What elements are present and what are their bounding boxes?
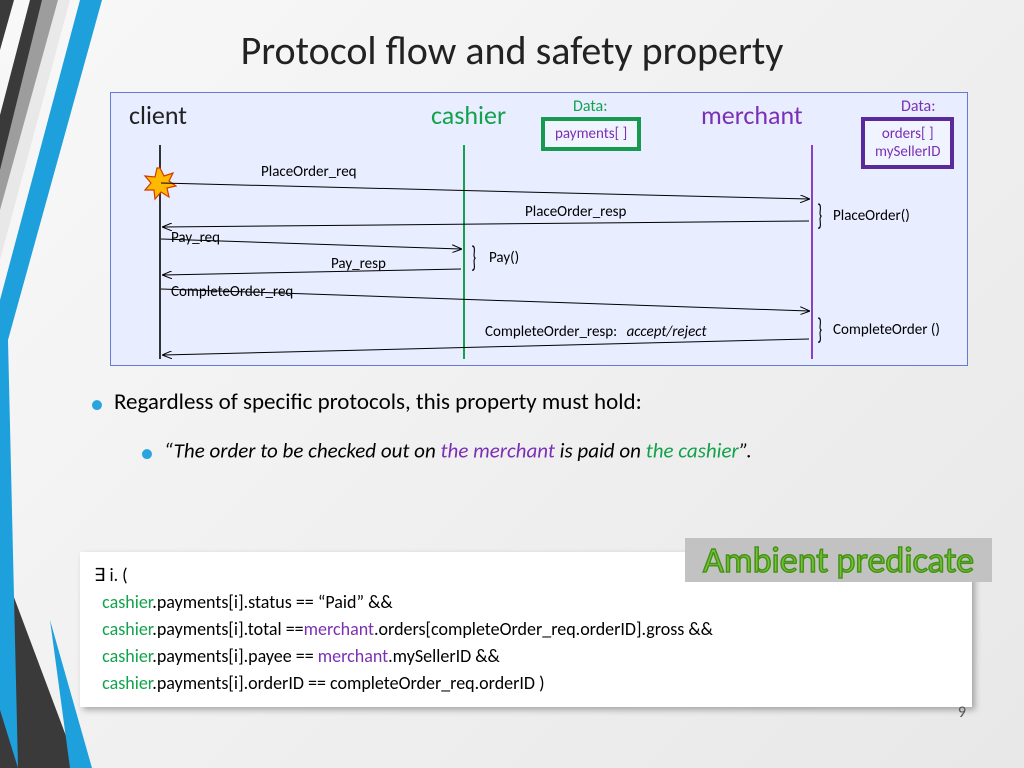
method-pay: Pay() [489, 249, 519, 267]
slide-number: 9 [958, 703, 966, 722]
bullet-list: •Regardless of specific protocols, this … [90, 386, 994, 470]
sequence-canvas: PlaceOrder_req PlaceOrder_resp Pay_req P… [111, 131, 967, 365]
slide-title: Protocol flow and safety property [0, 26, 1024, 75]
msg-place-resp: PlaceOrder_resp [525, 203, 626, 221]
bullet-main: •Regardless of specific protocols, this … [90, 386, 994, 421]
actor-merchant: merchant [701, 99, 803, 131]
pred-line-3: cashier.payments[i].total ==merchant.ord… [94, 616, 958, 643]
actor-cashier: cashier [431, 99, 506, 131]
bullet-sub: •“The order to be checked out on the mer… [140, 435, 994, 470]
pred-line-2: cashier.payments[i].status == “Paid” && [94, 589, 958, 616]
complete-resp-suffix: accept/reject [627, 323, 707, 341]
ambient-predicate-badge: Ambient predicate [685, 538, 992, 582]
bullet-icon: • [90, 386, 104, 421]
method-place: PlaceOrder() [833, 207, 910, 225]
method-complete: CompleteOrder () [833, 321, 940, 339]
msg-complete-req: CompleteOrder_req [171, 283, 293, 301]
bullet-icon: • [140, 435, 154, 470]
data-label-cashier: Data: [573, 97, 607, 116]
pred-line-5: cashier.payments[i].orderID == completeO… [94, 670, 958, 697]
data-label-merchant: Data: [901, 97, 935, 116]
brace-pay: } [471, 239, 476, 276]
complete-resp-prefix: CompleteOrder_resp: [485, 323, 617, 341]
sequence-diagram: client cashier merchant Data: payments[ … [110, 92, 968, 366]
msg-pay-resp: Pay_resp [331, 255, 386, 273]
brace-place: } [817, 197, 822, 234]
msg-pay-req: Pay_req [171, 229, 220, 247]
msg-complete-resp: CompleteOrder_resp: accept/reject [485, 323, 707, 341]
pred-line-4: cashier.payments[i].payee == merchant.my… [94, 643, 958, 670]
msg-place-req: PlaceOrder_req [261, 163, 357, 181]
brace-complete: } [817, 311, 822, 348]
actor-client: client [129, 99, 187, 131]
